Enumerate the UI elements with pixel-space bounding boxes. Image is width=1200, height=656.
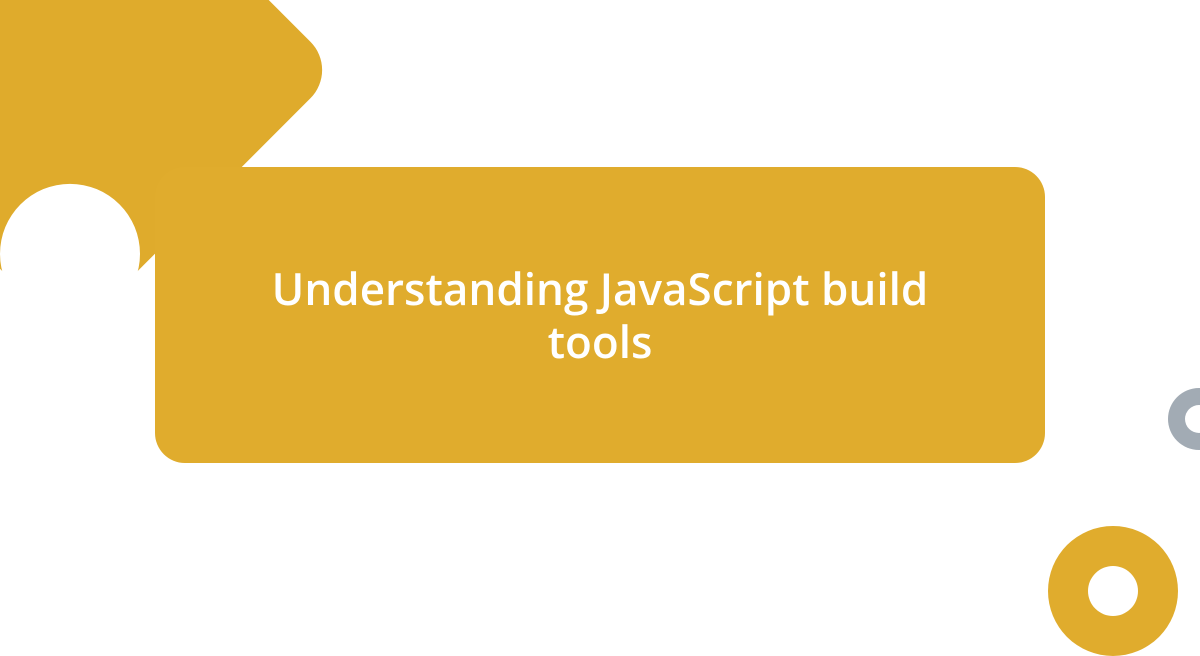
title-text: Understanding JavaScript build tools	[235, 262, 965, 368]
title-card: Understanding JavaScript build tools	[155, 167, 1045, 463]
ring-decoration-gold	[1048, 526, 1178, 656]
ring-decoration-gray	[1168, 388, 1200, 450]
